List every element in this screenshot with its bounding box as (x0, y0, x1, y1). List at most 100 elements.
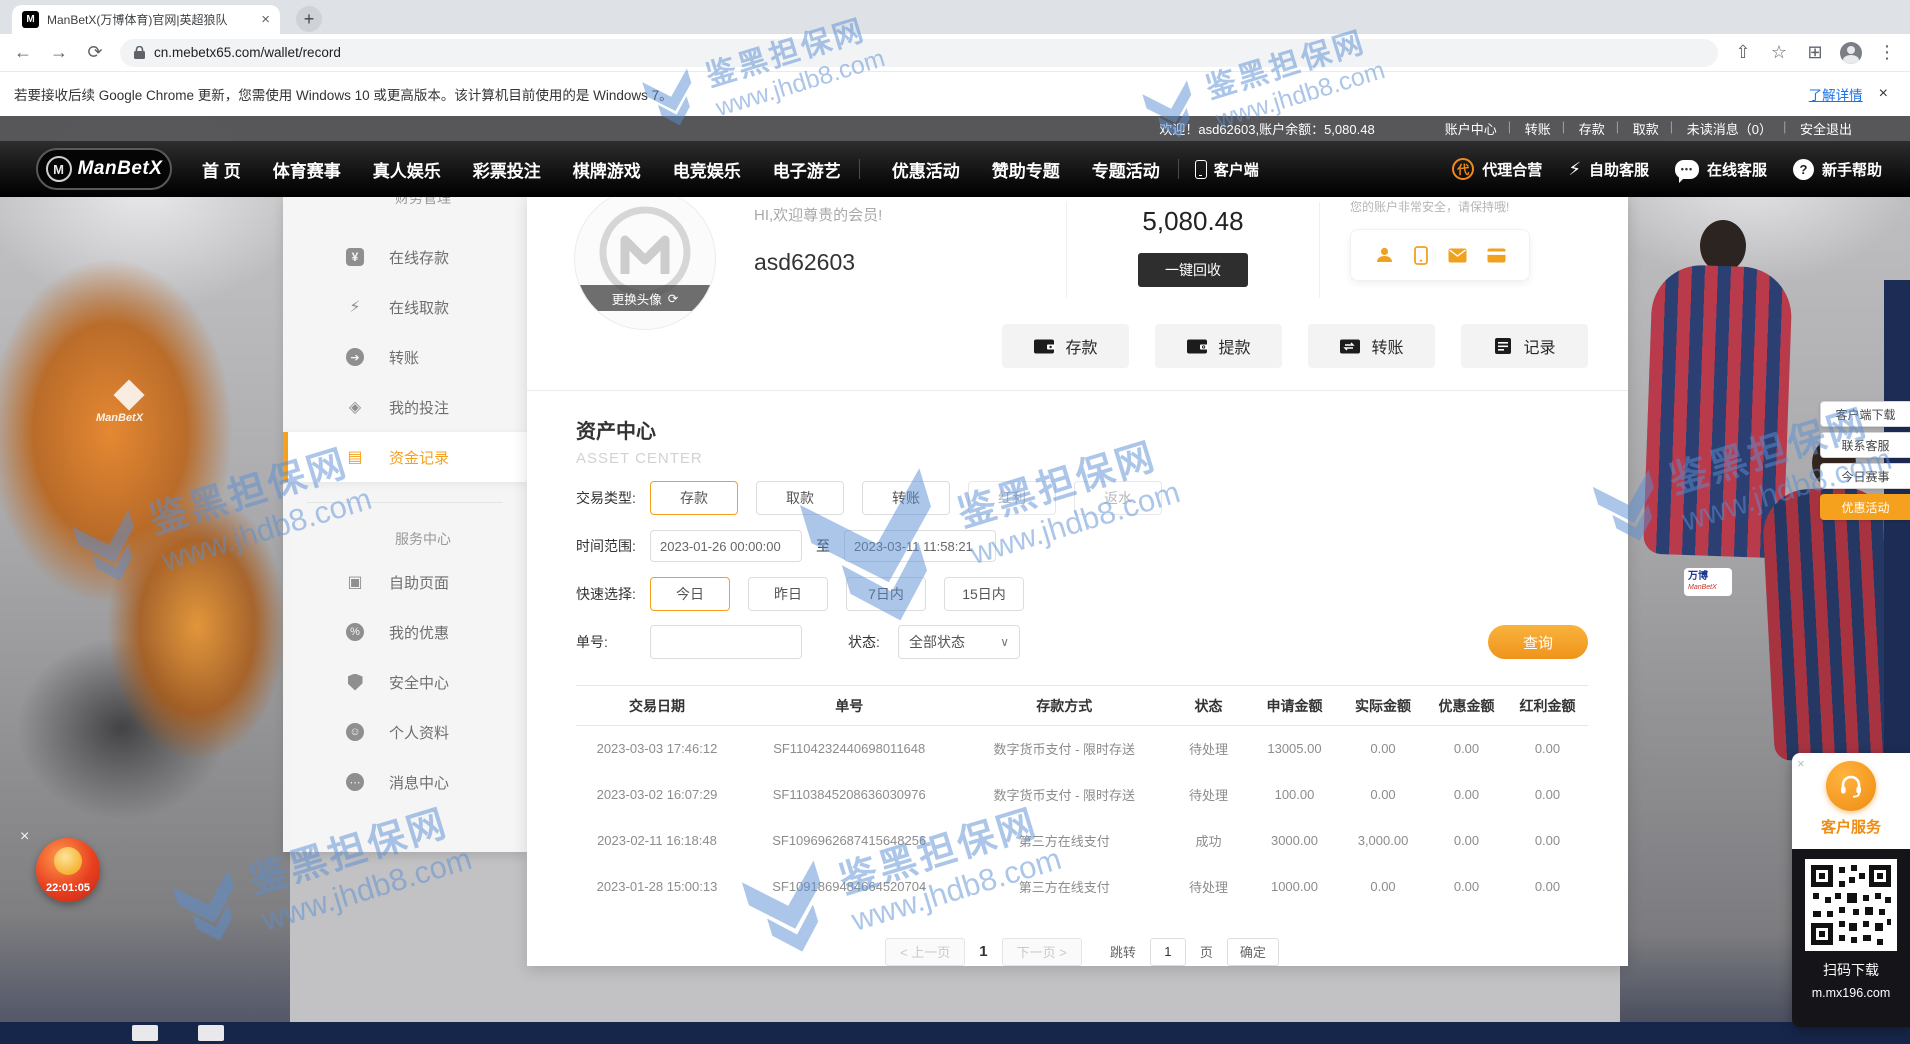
sidebar-item-online-deposit[interactable]: ¥ 在线存款 (283, 232, 527, 282)
link-transfer[interactable]: 转账 (1511, 119, 1565, 138)
browser-menu-icon[interactable]: ⋮ (1876, 42, 1898, 63)
tab-client-download[interactable]: 客户端下载 (1820, 401, 1910, 427)
type-rebate-chip[interactable]: 返水 (1074, 481, 1162, 515)
next-page-button[interactable]: 下一页 > (1002, 938, 1082, 966)
table-row: 2023-03-03 17:46:12 SF110423244069801164… (576, 726, 1588, 772)
screen: M ManBetX(万博体育)官网|英超狼队 × + ← → ⟳ cn.mebe… (0, 0, 1910, 1044)
back-icon[interactable]: ← (12, 42, 34, 63)
nav-board-games[interactable]: 棋牌游戏 (557, 157, 657, 182)
date-to-input[interactable] (844, 530, 996, 562)
sidebar-item-security-center[interactable]: 安全中心 (283, 657, 527, 707)
sidebar-item-profile[interactable]: ☺ 个人资料 (283, 707, 527, 757)
quick-15days-chip[interactable]: 15日内 (944, 577, 1024, 611)
order-number-input[interactable] (650, 625, 802, 659)
nav-right-links: 代 代理合营 ⚡ 自助客服 ••• 在线客服 ? 新手帮助 (1452, 158, 1882, 180)
filter-date-range: 时间范围: 至 (576, 529, 1588, 563)
link-withdraw[interactable]: 取款 (1619, 119, 1673, 138)
browser-profile-avatar[interactable] (1840, 42, 1862, 64)
person-icon[interactable] (1375, 246, 1394, 264)
nav-esports[interactable]: 电竞娱乐 (657, 157, 757, 182)
one-key-recycle-button[interactable]: 一键回收 (1138, 253, 1248, 287)
bookmark-star-icon[interactable]: ☆ (1768, 42, 1790, 63)
date-from-input[interactable] (650, 530, 802, 562)
customer-service-widget[interactable]: × 客户服务 (1792, 753, 1910, 1027)
reload-icon[interactable]: ⟳ (84, 42, 106, 63)
notice-close-icon[interactable]: × (1879, 85, 1888, 103)
change-avatar-button[interactable]: 更换头像 ⟳ (575, 285, 715, 311)
nav-client-app[interactable]: 客户端 (1181, 159, 1273, 180)
manbetx-logo[interactable]: M ManBetX (36, 148, 172, 190)
share-icon[interactable]: ⇧ (1732, 42, 1754, 63)
nav-slots[interactable]: 电子游艺 (757, 157, 857, 182)
quick-7days-chip[interactable]: 7日内 (846, 577, 926, 611)
learn-more-link[interactable]: 了解详情 (1809, 84, 1863, 104)
prev-page-button[interactable]: < 上一页 (885, 938, 965, 966)
forward-icon[interactable]: → (48, 42, 70, 63)
jump-page-input[interactable] (1150, 938, 1186, 966)
link-deposit[interactable]: 存款 (1565, 119, 1619, 138)
sidebar-item-fund-records[interactable]: ▤ 资金记录 (283, 432, 527, 482)
promo-close-icon[interactable]: × (20, 828, 29, 846)
nav-promotions[interactable]: 优惠活动 (876, 157, 976, 182)
nav-special[interactable]: 专题活动 (1076, 157, 1176, 182)
transfer-button[interactable]: 转账 (1308, 324, 1435, 368)
col-discount: 优惠金额 (1426, 686, 1507, 726)
search-button[interactable]: 查询 (1488, 625, 1588, 659)
tab-promotions[interactable]: 优惠活动 (1820, 494, 1910, 520)
nav-help[interactable]: ? 新手帮助 (1793, 159, 1882, 180)
tab-contact-service[interactable]: 联系客服 (1820, 432, 1910, 458)
promo-floater[interactable]: 22:01:05 (36, 838, 100, 902)
verification-icons-box (1350, 229, 1530, 281)
mobile-site-url: m.mx196.com (1792, 986, 1910, 1000)
withdraw-button[interactable]: 提款 (1155, 324, 1282, 368)
link-account-center[interactable]: 账户中心 (1431, 119, 1511, 138)
logo-emblem-icon: M (46, 156, 72, 182)
phone-icon[interactable] (1414, 246, 1428, 265)
nav-sponsorship[interactable]: 赞助专题 (976, 157, 1076, 182)
records-button[interactable]: 记录 (1461, 324, 1588, 368)
widget-close-icon[interactable]: × (1797, 756, 1805, 771)
confirm-button[interactable]: 确定 (1227, 938, 1279, 966)
sidebar-item-transfer[interactable]: ➔ 转账 (283, 332, 527, 382)
sidebar-item-my-offers[interactable]: % 我的优惠 (283, 607, 527, 657)
taskbar-item[interactable] (198, 1025, 224, 1041)
wanbo-badge: 万博 ManBetX (1684, 568, 1732, 596)
tab-close-icon[interactable]: × (261, 11, 270, 28)
sidebar-item-my-bets[interactable]: ◈ 我的投注 (283, 382, 527, 432)
sidebar-item-self-service-page[interactable]: ▣ 自助页面 (283, 557, 527, 607)
jump-label: 跳转 (1110, 942, 1136, 961)
status-select[interactable]: 全部状态 ∨ (898, 625, 1020, 659)
username: asd62603 (754, 249, 1066, 276)
link-logout[interactable]: 安全退出 (1786, 119, 1866, 138)
nav-lottery[interactable]: 彩票投注 (457, 157, 557, 182)
address-bar[interactable]: cn.mebetx65.com/wallet/record (120, 39, 1718, 67)
type-bonus-chip[interactable]: 红利 (968, 481, 1056, 515)
nav-online-service[interactable]: ••• 在线客服 (1675, 159, 1767, 180)
wallet-card: 更换头像 ⟳ HI,欢迎尊贵的会员! asd62603 5,080.48 一键回… (527, 194, 1628, 966)
nav-home[interactable]: 首 页 (186, 157, 257, 182)
page-unit-label: 页 (1200, 942, 1213, 961)
deposit-button[interactable]: 存款 (1002, 324, 1129, 368)
taskbar-item[interactable] (132, 1025, 158, 1041)
avatar[interactable]: 更换头像 ⟳ (574, 188, 716, 330)
account-topbar: 欢迎！asd62603,账户余额：5,080.48 账户中心 转账 存款 取款 … (0, 116, 1910, 141)
agent-icon: 代 (1452, 158, 1474, 180)
bank-card-icon[interactable] (1487, 248, 1506, 263)
side-panel-icon[interactable]: ⊞ (1804, 42, 1826, 63)
nav-self-service[interactable]: ⚡ 自助客服 (1568, 159, 1649, 180)
type-withdraw-chip[interactable]: 取款 (756, 481, 844, 515)
link-unread-messages[interactable]: 未读消息（0） (1673, 119, 1786, 138)
sidebar-item-online-withdraw[interactable]: ⚡ 在线取款 (283, 282, 527, 332)
nav-sports[interactable]: 体育赛事 (257, 157, 357, 182)
new-tab-button[interactable]: + (296, 6, 322, 32)
quick-today-chip[interactable]: 今日 (650, 577, 730, 611)
nav-agent[interactable]: 代 代理合营 (1452, 158, 1542, 180)
tab-today-matches[interactable]: 今日赛事 (1820, 463, 1910, 489)
sidebar-item-message-center[interactable]: ⋯ 消息中心 (283, 757, 527, 807)
quick-yesterday-chip[interactable]: 昨日 (748, 577, 828, 611)
mail-icon[interactable] (1448, 248, 1467, 263)
nav-live-casino[interactable]: 真人娱乐 (357, 157, 457, 182)
browser-tab[interactable]: M ManBetX(万博体育)官网|英超狼队 × (12, 5, 280, 34)
type-deposit-chip[interactable]: 存款 (650, 481, 738, 515)
type-transfer-chip[interactable]: 转账 (862, 481, 950, 515)
